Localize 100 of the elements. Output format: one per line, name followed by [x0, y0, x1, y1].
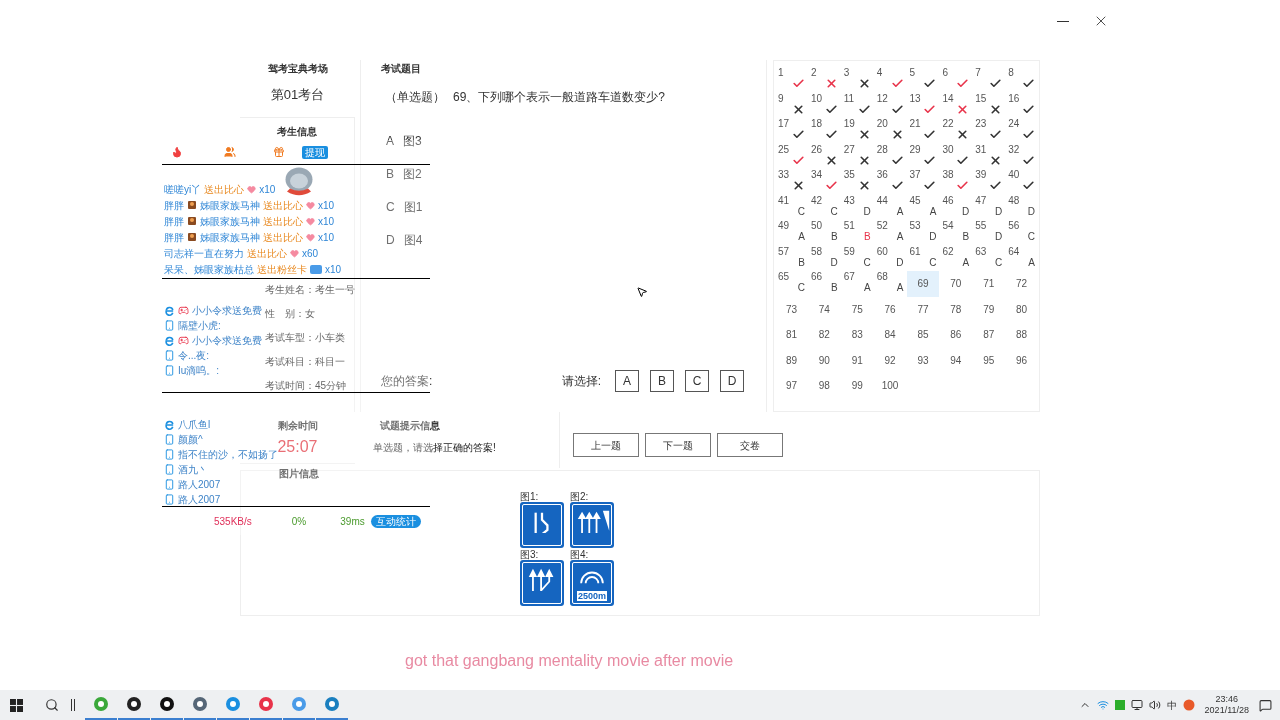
chat-username: 嗟嗟yi丫	[164, 182, 202, 197]
gift-action: 送出比心	[204, 182, 245, 197]
people-icon[interactable]	[224, 146, 236, 158]
gift-count: x60	[302, 246, 319, 261]
chat-username: 司志祥一直在努力	[164, 246, 244, 261]
network-speed: 535KB/s	[214, 514, 252, 529]
sign-text: 2500m	[577, 591, 607, 601]
option-text: 图1	[403, 199, 423, 216]
option-letter: B	[386, 166, 394, 183]
app-icon	[258, 696, 274, 712]
nav-button[interactable]: 上一题	[573, 433, 639, 457]
site-title: 驾考宝典考场	[267, 62, 328, 76]
figure-label: 图4:	[570, 549, 589, 560]
gift-count: x10	[318, 198, 335, 213]
choice-button[interactable]: D	[720, 370, 744, 392]
nav-button[interactable]: 交卷	[717, 433, 783, 457]
chat-message: 颜颜^	[178, 433, 203, 447]
gift-action: 送出比心	[263, 214, 303, 229]
candidate-field: 考试科目：科目一	[265, 354, 354, 369]
choice-button[interactable]: C	[685, 370, 709, 392]
app-icon	[225, 696, 241, 712]
chat-username: 姊眼家族马神	[200, 214, 260, 229]
section-heading: 图片信息	[278, 467, 319, 481]
candidate-field: 考试车型：小车类	[265, 330, 354, 345]
gift-count: x10	[259, 182, 276, 197]
gift-count: x10	[318, 230, 335, 245]
gift-icon[interactable]	[273, 146, 285, 158]
countdown-timer: 25:07	[277, 437, 318, 457]
section-heading: 试题提示信息	[380, 419, 441, 433]
task-view-icon[interactable]	[71, 699, 75, 711]
nav-button[interactable]: 下一题	[645, 433, 711, 457]
option-text: 图4	[403, 232, 423, 249]
latency: 39ms	[340, 514, 365, 529]
song-caption: got that gangbang mentality movie after movie	[405, 651, 734, 671]
chat-message: Iu滴呜。:	[178, 364, 220, 378]
figure-label: 图3:	[520, 549, 539, 560]
option-text: 图3	[403, 133, 422, 150]
network-icon[interactable]	[1096, 699, 1109, 711]
candidate-field: 考生姓名：考生一号	[265, 282, 354, 297]
gift-count: x10	[325, 262, 342, 277]
chat-username: 胖胖	[164, 230, 184, 245]
choice-button[interactable]: B	[650, 370, 674, 392]
gift-action: 送出比心	[247, 246, 287, 261]
figure-label: 图2:	[570, 491, 589, 502]
chat-message: 酒九丶	[178, 463, 208, 477]
tray-app-icon[interactable]	[1114, 700, 1125, 710]
volume-icon[interactable]	[1148, 699, 1161, 711]
minimize-icon	[1057, 20, 1069, 22]
chat-username: 呆呆、姊眼家族枯总	[164, 262, 254, 277]
section-heading: 考生信息	[277, 125, 317, 139]
gift-action: 送出比心	[263, 198, 303, 213]
packet-loss: 0%	[291, 514, 307, 529]
chat-message: 路人2007	[178, 478, 221, 492]
gift-action: 送出粉丝卡	[257, 262, 307, 277]
tray-app-icon[interactable]	[1182, 699, 1195, 711]
mouse-cursor-icon	[636, 286, 648, 298]
app-icon	[291, 696, 307, 712]
chat-username: 胖胖	[164, 214, 184, 229]
display-icon[interactable]	[1130, 699, 1143, 711]
option-letter: A	[386, 133, 394, 150]
input-method-indicator[interactable]: 中	[1166, 697, 1177, 713]
gift-count: x10	[318, 214, 335, 229]
app-icon	[126, 696, 142, 712]
question-type: （单选题）	[385, 89, 445, 106]
question-text: 69、下列哪个表示一般道路车道数变少?	[453, 89, 666, 106]
app-icon	[324, 696, 340, 712]
answer-label: 您的答案:	[381, 373, 433, 390]
clock-time[interactable]: 23:46	[1215, 694, 1239, 705]
clock-date[interactable]: 2021/11/28	[1204, 705, 1249, 716]
chat-message: 隔壁小虎:	[178, 319, 221, 333]
station-number: 第01考台	[270, 86, 325, 104]
chat-message: 小小令求送免费	[192, 334, 262, 348]
app-icon	[192, 696, 208, 712]
option-text: 图2	[403, 166, 422, 183]
candidate-field: 性 别：女	[265, 306, 354, 321]
chat-username: 胖胖	[164, 198, 184, 213]
hint-text: 单选题，请选择正确的答案!	[373, 441, 497, 455]
choose-label: 请选择:	[561, 373, 601, 390]
app-icon	[159, 696, 175, 712]
option-letter: C	[386, 199, 395, 216]
figure-label: 图1:	[520, 491, 539, 502]
section-heading: 剩余时间	[277, 419, 318, 433]
chat-message: 指不住的沙，不如扬了	[178, 448, 278, 462]
chat-message: 路人2007	[178, 493, 221, 507]
app-icon	[93, 696, 109, 712]
gift-action: 送出比心	[263, 230, 303, 245]
search-icon[interactable]	[45, 698, 59, 712]
section-heading: 考试题目	[381, 62, 422, 76]
candidate-field: 考试时间：45分钟	[265, 378, 354, 393]
fire-icon[interactable]	[171, 146, 183, 158]
choice-button[interactable]: A	[615, 370, 639, 392]
chat-message: 小小令求送免费	[192, 304, 262, 318]
chat-username: 姊眼家族马神	[200, 230, 260, 245]
chat-message: 令...夜:	[178, 349, 210, 363]
option-letter: D	[386, 232, 395, 249]
chat-message: 八爪鱼l	[178, 418, 211, 432]
chat-username: 姊眼家族马神	[200, 198, 260, 213]
windows-start-icon[interactable]	[10, 698, 23, 712]
notification-icon[interactable]	[1259, 698, 1272, 712]
answer-sheet-cell[interactable]: 69	[906, 271, 940, 297]
